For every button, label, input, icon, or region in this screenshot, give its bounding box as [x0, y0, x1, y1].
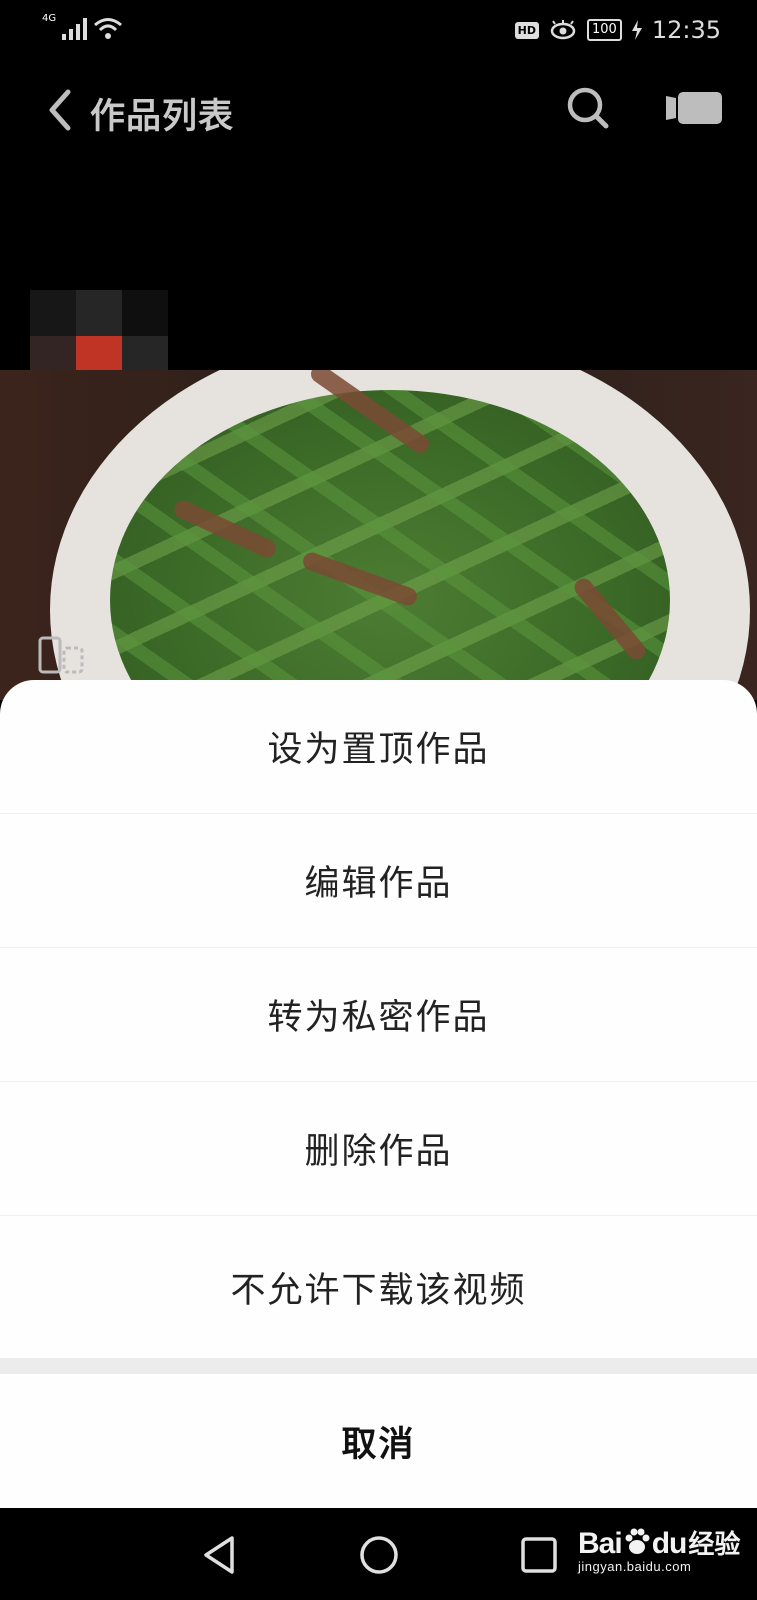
camera-icon[interactable]: [666, 88, 722, 128]
delete-work-option[interactable]: 删除作品: [0, 1082, 757, 1216]
watermark-logo-text: du: [651, 1527, 688, 1560]
screen-rotate-icon[interactable]: [38, 636, 84, 676]
signal-group: 4G: [42, 14, 123, 40]
system-nav-bar: Bai du经验 jingyan.baidu.com: [0, 1508, 757, 1600]
charging-icon: [631, 20, 642, 40]
cancel-button[interactable]: 取消: [0, 1374, 757, 1508]
recents-square-icon[interactable]: [516, 1532, 562, 1578]
video-preview-image[interactable]: [0, 370, 757, 700]
baidu-paw-icon: [625, 1528, 650, 1554]
top-nav-bar: 作品列表: [0, 70, 757, 150]
signal-icon: [62, 16, 88, 40]
search-icon[interactable]: [564, 84, 612, 132]
eye-comfort-icon: [550, 20, 576, 40]
battery-indicator: 100: [587, 19, 622, 41]
back-triangle-icon[interactable]: [198, 1532, 244, 1578]
hd-badge: HD: [514, 21, 539, 39]
watermark-url: jingyan.baidu.com: [578, 1559, 692, 1574]
disallow-download-option[interactable]: 不允许下载该视频: [0, 1216, 757, 1358]
edit-work-option[interactable]: 编辑作品: [0, 814, 757, 948]
page-title: 作品列表: [90, 97, 235, 137]
clock: 12:35: [651, 16, 721, 44]
make-private-option[interactable]: 转为私密作品: [0, 948, 757, 1082]
status-right-group: HD 100 12:35: [514, 16, 721, 44]
baidu-jingyan-watermark: Bai du经验 jingyan.baidu.com: [578, 1524, 740, 1574]
home-circle-icon[interactable]: [356, 1532, 402, 1578]
status-bar: 4G HD 100 12:35: [0, 0, 757, 64]
network-type: 4G: [42, 13, 57, 24]
watermark-jingyan: 经验: [688, 1529, 741, 1559]
pin-work-option[interactable]: 设为置顶作品: [0, 680, 757, 814]
watermark-logo-text: Bai: [578, 1527, 623, 1560]
wifi-icon: [94, 18, 123, 39]
back-arrow-icon[interactable]: [40, 86, 80, 134]
action-sheet: 设为置顶作品 编辑作品 转为私密作品 删除作品 不允许下载该视频 取消: [0, 680, 757, 1508]
sheet-divider-gap: [0, 1358, 757, 1374]
